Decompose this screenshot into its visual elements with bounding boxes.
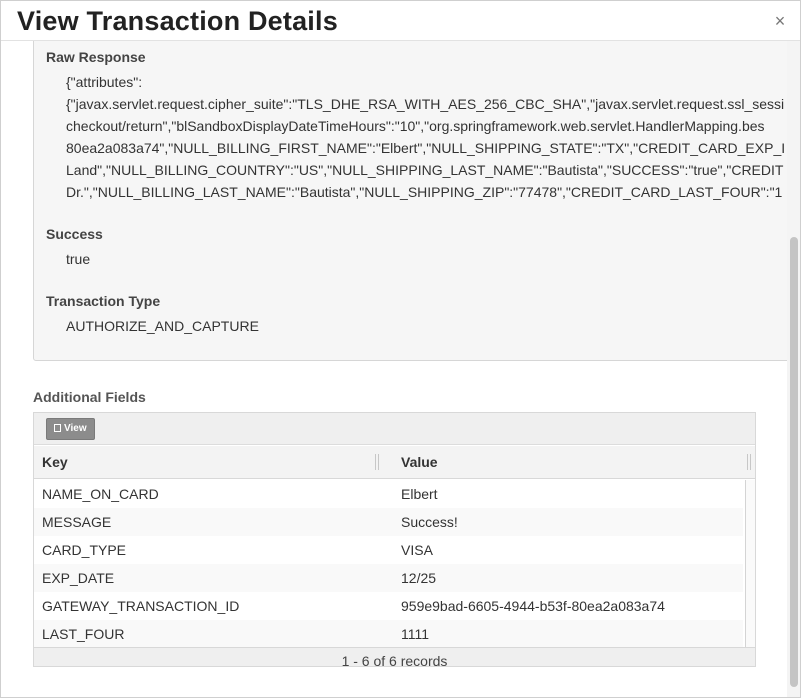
- row-value: Success!: [401, 514, 458, 530]
- modal-title: View Transaction Details: [17, 6, 338, 36]
- row-value: 12/25: [401, 570, 437, 586]
- row-key: CARD_TYPE: [42, 542, 127, 558]
- raw-response-label: Raw Response: [46, 49, 146, 65]
- additional-fields-grid: View Key Value NAME_ON_CARD Elbert MESSA…: [33, 412, 756, 667]
- additional-fields-title: Additional Fields: [33, 389, 146, 405]
- book-icon: [54, 424, 61, 432]
- modal-header: View Transaction Details ×: [1, 1, 800, 41]
- row-key: EXP_DATE: [42, 570, 115, 586]
- close-icon[interactable]: ×: [772, 11, 788, 31]
- raw-response-line: {"javax.servlet.request.cipher_suite":"T…: [66, 96, 785, 112]
- row-value: 959e9bad-6605-4944-b53f-80ea2a083a74: [401, 598, 665, 614]
- grid-scrollbar[interactable]: [745, 480, 755, 648]
- raw-response-line: {"attributes":: [66, 74, 143, 90]
- transaction-details-panel: Raw Response {"attributes": {"javax.serv…: [33, 41, 787, 361]
- view-button-label: View: [64, 423, 87, 434]
- row-key: MESSAGE: [42, 514, 112, 530]
- table-row[interactable]: MESSAGE Success!: [34, 508, 743, 536]
- transaction-type-value: AUTHORIZE_AND_CAPTURE: [66, 318, 259, 334]
- success-value: true: [66, 251, 91, 267]
- transaction-details-modal: View Transaction Details × Raw Response …: [0, 0, 801, 698]
- raw-response-line: Land","NULL_BILLING_COUNTRY":"US","NULL_…: [66, 162, 784, 178]
- grid-toolbar: View: [34, 413, 755, 445]
- raw-response-line: 80ea2a083a74","NULL_BILLING_FIRST_NAME":…: [66, 140, 786, 156]
- column-header-value[interactable]: Value: [401, 454, 438, 470]
- table-row[interactable]: CARD_TYPE VISA: [34, 536, 743, 564]
- grid-footer: 1 - 6 of 6 records: [34, 647, 755, 667]
- row-key: GATEWAY_TRANSACTION_ID: [42, 598, 240, 614]
- row-value: 1111: [401, 626, 430, 642]
- modal-scrollbar[interactable]: [787, 41, 800, 697]
- column-resize-handle[interactable]: [747, 454, 751, 470]
- modal-body: Raw Response {"attributes": {"javax.serv…: [1, 41, 787, 697]
- modal-scrollbar-thumb[interactable]: [790, 237, 798, 687]
- success-label: Success: [46, 226, 103, 242]
- raw-response-line: Dr.","NULL_BILLING_LAST_NAME":"Bautista"…: [66, 184, 783, 200]
- grid-header: Key Value: [34, 446, 755, 479]
- table-row[interactable]: NAME_ON_CARD Elbert: [34, 480, 743, 508]
- view-button[interactable]: View: [46, 418, 95, 440]
- table-row[interactable]: LAST_FOUR 1111: [34, 620, 743, 648]
- row-value: Elbert: [401, 486, 438, 502]
- column-header-key[interactable]: Key: [42, 454, 68, 470]
- row-key: NAME_ON_CARD: [42, 486, 159, 502]
- row-key: LAST_FOUR: [42, 626, 125, 642]
- row-value: VISA: [401, 542, 433, 558]
- column-resize-handle[interactable]: [375, 454, 379, 470]
- record-count: 1 - 6 of 6 records: [341, 653, 448, 667]
- transaction-type-label: Transaction Type: [46, 293, 161, 309]
- grid-rows: NAME_ON_CARD Elbert MESSAGE Success! CAR…: [34, 480, 743, 648]
- table-row[interactable]: EXP_DATE 12/25: [34, 564, 743, 592]
- raw-response-line: checkout/return","blSandboxDisplayDateTi…: [66, 118, 765, 134]
- table-row[interactable]: GATEWAY_TRANSACTION_ID 959e9bad-6605-494…: [34, 592, 743, 620]
